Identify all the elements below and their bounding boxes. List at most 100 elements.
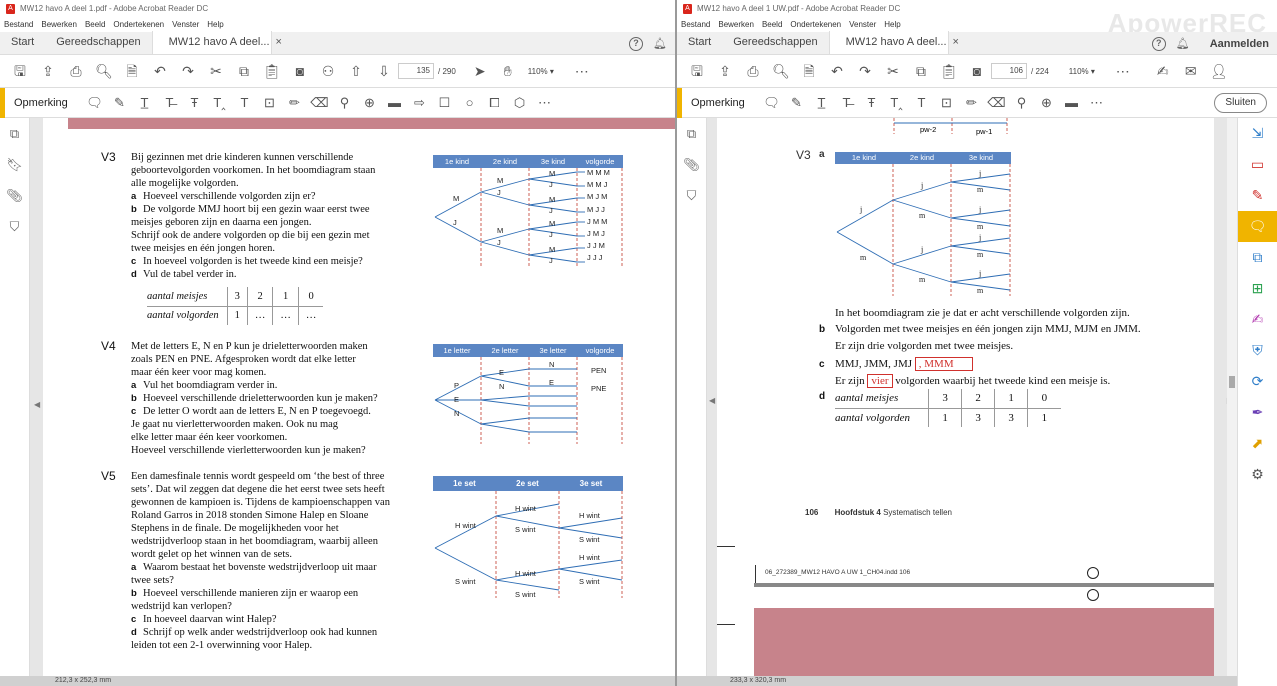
highlight-icon[interactable]: ✎: [107, 95, 132, 111]
bookmark-icon[interactable]: 🔖︎: [0, 149, 29, 180]
more-comment-tools-icon[interactable]: ⋯: [532, 95, 557, 111]
pages-thumbnail-icon[interactable]: ⧉: [677, 118, 706, 149]
send-for-signature-icon[interactable]: ✒︎: [1238, 397, 1277, 428]
cut-icon[interactable]: ✂: [202, 55, 230, 88]
pencil-icon[interactable]: ✏︎: [282, 95, 307, 111]
strikethrough-icon[interactable]: T̶: [157, 95, 182, 110]
redo-icon[interactable]: ↷: [851, 55, 879, 88]
user-share-icon[interactable]: 👤︎: [1205, 55, 1233, 88]
menu-bestand[interactable]: Bestand: [4, 20, 33, 29]
page-number-input[interactable]: 106: [991, 63, 1027, 79]
prev-page-arrow[interactable]: ◀: [709, 396, 715, 405]
menu-beeld[interactable]: Beeld: [85, 20, 105, 29]
fill-sign-tool-icon[interactable]: ✍︎: [1238, 304, 1277, 335]
line-icon[interactable]: ▬: [1059, 95, 1084, 110]
text-box-icon[interactable]: ⊡: [257, 95, 282, 111]
snapshot-icon[interactable]: ◙: [963, 55, 991, 88]
more-comment-tools-icon[interactable]: ⋯: [1084, 95, 1109, 111]
bell-icon[interactable]: 🔔︎: [653, 37, 667, 50]
close-tab-icon[interactable]: ×: [953, 36, 959, 48]
pages-thumbnail-icon[interactable]: ⧉: [0, 118, 29, 149]
organize-pages-icon[interactable]: ⊞: [1238, 273, 1277, 304]
underline-text-icon[interactable]: T̲: [809, 95, 834, 110]
search-icon[interactable]: 🔍︎: [767, 55, 795, 88]
zoom-select[interactable]: 110% ▾: [1069, 67, 1109, 76]
create-pdf-icon[interactable]: ▭: [1238, 149, 1277, 180]
more-tools-icon[interactable]: ⋯: [1109, 55, 1137, 88]
search-icon[interactable]: 🔍︎: [90, 55, 118, 88]
export-pdf-icon[interactable]: ⇲: [1238, 118, 1277, 149]
undo-icon[interactable]: ↶: [146, 55, 174, 88]
redo-icon[interactable]: ↷: [174, 55, 202, 88]
attach-icon[interactable]: ⊕: [1034, 95, 1059, 111]
close-tab-icon[interactable]: ×: [276, 36, 282, 48]
menu-venster[interactable]: Venster: [172, 20, 199, 29]
eraser-icon[interactable]: ⌫: [307, 95, 332, 111]
page-up-icon[interactable]: ⇧: [342, 55, 370, 88]
share-file-icon[interactable]: 🗎: [118, 55, 146, 88]
menu-help[interactable]: Help: [884, 20, 900, 29]
tab-start[interactable]: Start: [0, 31, 45, 54]
page-number-input[interactable]: 135: [398, 63, 434, 79]
insert-text-icon[interactable]: T‸: [884, 95, 909, 111]
attachment-icon[interactable]: 📎︎: [677, 149, 706, 180]
upload-icon[interactable]: ⇪: [34, 55, 62, 88]
edit-pdf-icon[interactable]: ✎: [1238, 180, 1277, 211]
copy-icon[interactable]: ⧉: [230, 55, 258, 88]
strikethrough-icon[interactable]: T̶: [834, 95, 859, 110]
accessibility-tags-icon[interactable]: ⛉: [0, 211, 29, 242]
attach-icon[interactable]: ⊕: [357, 95, 382, 111]
print-icon[interactable]: ⎙: [62, 55, 90, 88]
scrollbar-thumb[interactable]: [1229, 376, 1235, 388]
tab-document[interactable]: MW12 havo A deel... ×: [151, 31, 282, 54]
prev-page-arrow[interactable]: ◀: [34, 400, 40, 409]
find-icon[interactable]: ⚇: [314, 55, 342, 88]
insert-text-icon[interactable]: T‸: [207, 95, 232, 111]
close-comment-button[interactable]: Sluiten: [1214, 93, 1267, 113]
more-tools-icon[interactable]: ⋯: [568, 55, 596, 88]
oval-icon[interactable]: ○: [457, 95, 482, 110]
tab-tools[interactable]: Gereedschappen: [722, 31, 828, 54]
save-icon[interactable]: 🖫︎: [6, 55, 34, 88]
menu-beeld[interactable]: Beeld: [762, 20, 782, 29]
more-tools-rail-icon[interactable]: ⚙︎: [1238, 459, 1277, 490]
combine-files-icon[interactable]: ⧉: [1238, 242, 1277, 273]
help-icon[interactable]: ?: [1151, 36, 1166, 51]
add-text-icon[interactable]: T: [909, 95, 934, 110]
cut-icon[interactable]: ✂: [879, 55, 907, 88]
mail-icon[interactable]: ✉︎: [1177, 55, 1205, 88]
menu-ondertekenen[interactable]: Ondertekenen: [790, 20, 841, 29]
optimize-icon[interactable]: ⟳: [1238, 366, 1277, 397]
menu-help[interactable]: Help: [207, 20, 223, 29]
page-down-icon[interactable]: ⇩: [370, 55, 398, 88]
attachment-icon[interactable]: 📎︎: [0, 180, 29, 211]
share-file-icon[interactable]: 🗎: [795, 55, 823, 88]
annotation-textbox[interactable]: vier: [867, 374, 893, 388]
hand-tool-icon[interactable]: ✋︎: [494, 55, 522, 88]
snapshot-icon[interactable]: ◙: [286, 55, 314, 88]
accessibility-tags-icon[interactable]: ⛉: [677, 180, 706, 211]
menu-venster[interactable]: Venster: [849, 20, 876, 29]
save-icon[interactable]: 🖫︎: [683, 55, 711, 88]
tab-document[interactable]: MW12 havo A deel... ×: [828, 31, 959, 54]
protect-icon[interactable]: ⛨: [1238, 335, 1277, 366]
sticky-note-icon[interactable]: 🗨︎: [82, 95, 107, 111]
tab-tools[interactable]: Gereedschappen: [45, 31, 151, 54]
rectangle-icon[interactable]: ☐: [432, 95, 457, 111]
tab-start[interactable]: Start: [677, 31, 722, 54]
help-icon[interactable]: ?: [629, 36, 644, 51]
arrow-icon[interactable]: ⇨: [407, 95, 432, 111]
eraser-icon[interactable]: ⌫: [984, 95, 1009, 111]
fill-sign-icon[interactable]: ✍︎: [1149, 55, 1177, 88]
zoom-select[interactable]: 110% ▾: [528, 67, 568, 76]
menu-bewerken[interactable]: Bewerken: [718, 20, 754, 29]
highlight-icon[interactable]: ✎: [784, 95, 809, 111]
upload-icon[interactable]: ⇪: [711, 55, 739, 88]
underline-text-icon[interactable]: T̲: [132, 95, 157, 110]
text-box-icon[interactable]: ⊡: [934, 95, 959, 111]
stamp-icon[interactable]: ⚲: [332, 95, 357, 111]
menu-bewerken[interactable]: Bewerken: [41, 20, 77, 29]
comment-tool-icon[interactable]: 🗨︎: [1238, 211, 1277, 242]
pencil-icon[interactable]: ✏︎: [959, 95, 984, 111]
annotation-textbox[interactable]: , MMM: [914, 357, 973, 371]
